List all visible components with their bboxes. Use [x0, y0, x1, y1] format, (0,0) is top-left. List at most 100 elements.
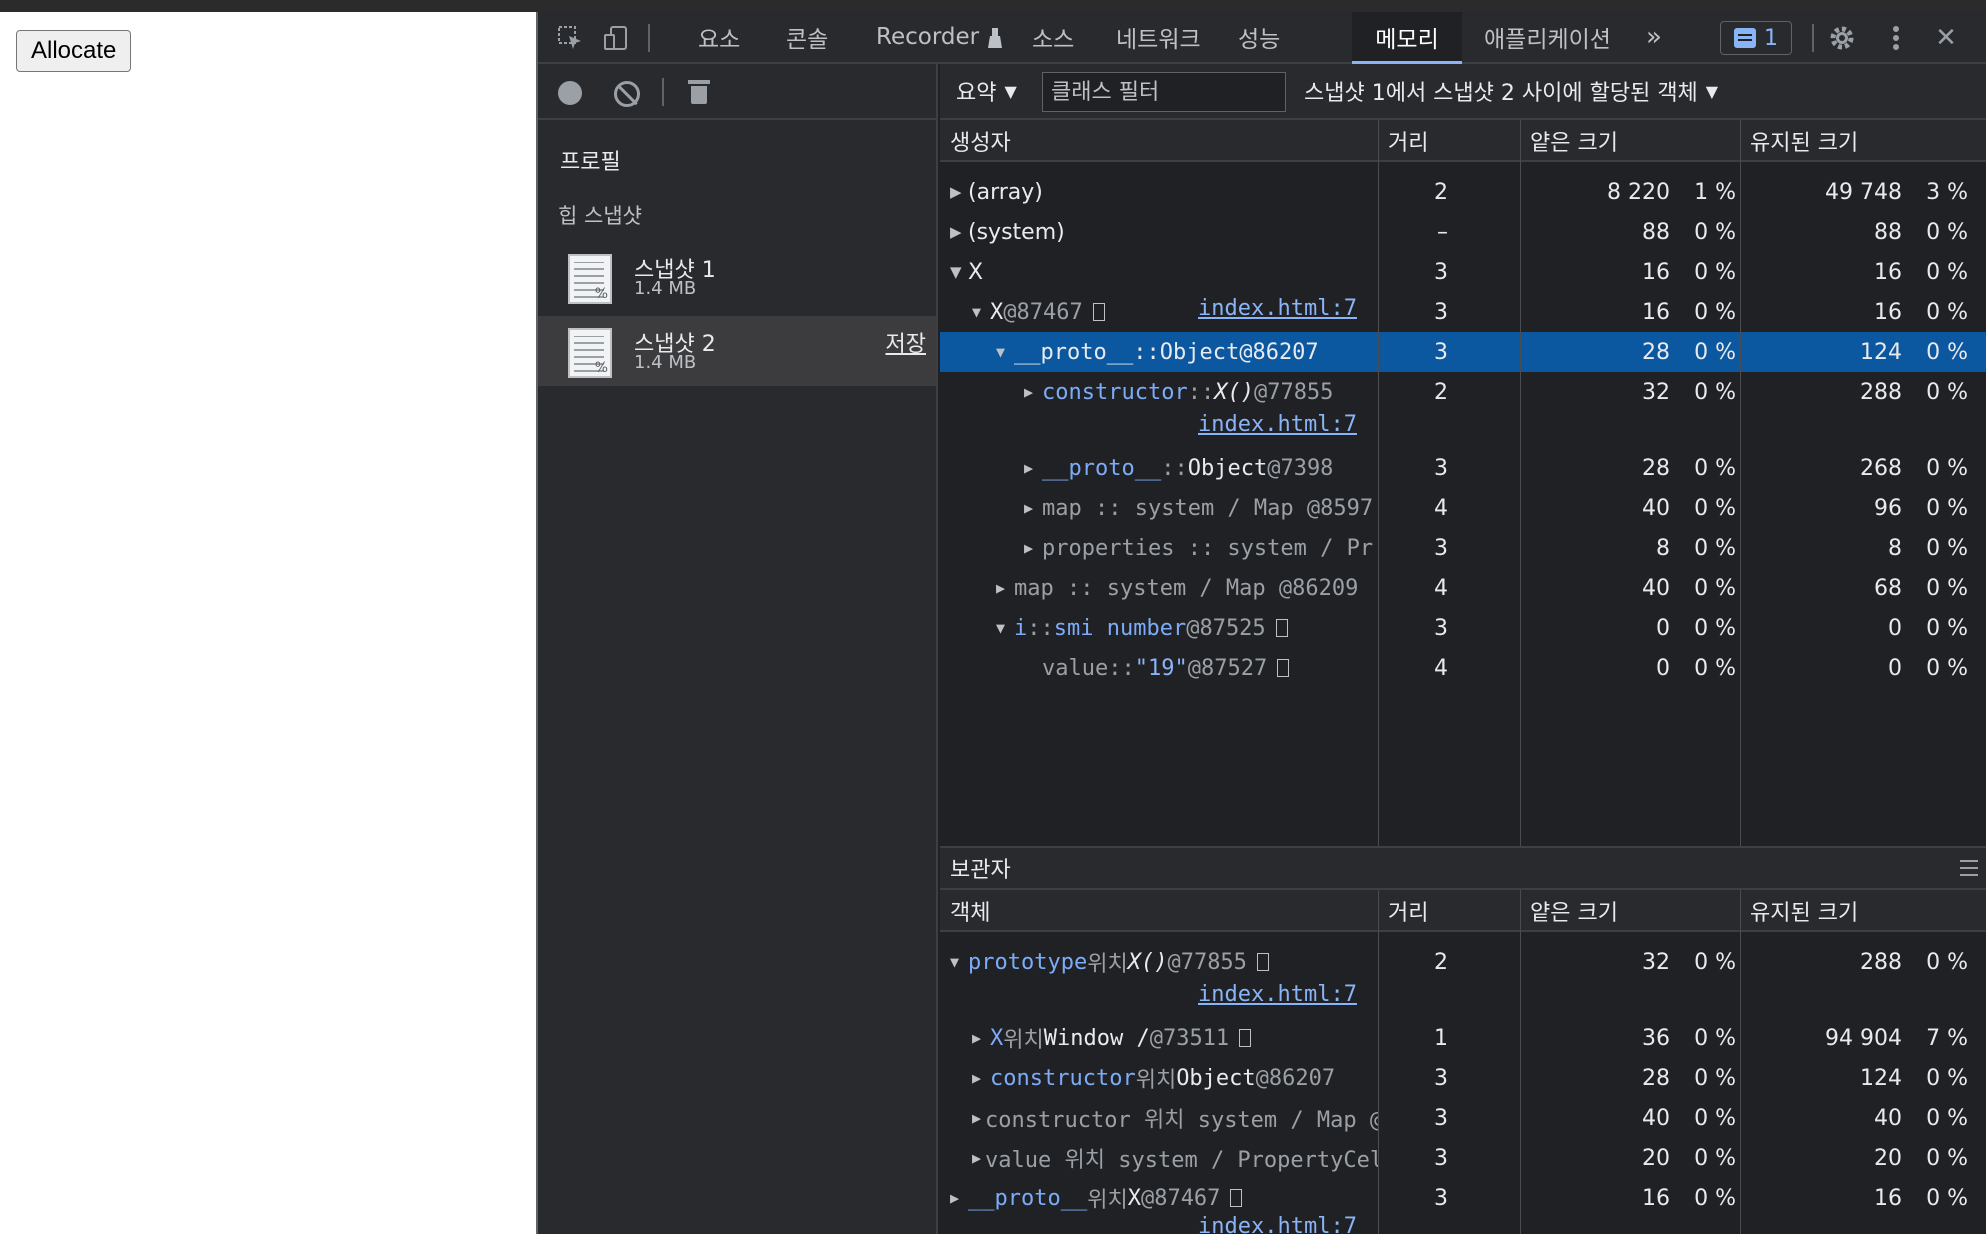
node-id: @7398	[1267, 455, 1334, 481]
class-filter-input[interactable]	[1042, 72, 1286, 112]
gear-icon[interactable]	[1826, 22, 1858, 54]
table-row[interactable]: ▶ constructor 위치 Object @86207 3 28 0 % 124 0 …	[940, 1058, 1986, 1098]
collapsed-triangle-icon: ▶	[950, 223, 962, 241]
node-separator: 위치	[1135, 1068, 1177, 1093]
retainers-column-header: 객체 거리 얕은 크기 유지된 크기	[940, 890, 1986, 932]
table-row-selected[interactable]: ▼ __proto__ :: Object @86207 3 28 0 % 124 0 %	[940, 332, 1986, 372]
reveal-icon[interactable]	[1230, 1189, 1243, 1207]
view-select-label: 요약	[956, 81, 997, 106]
node-name: constructor	[990, 1065, 1136, 1091]
table-row[interactable]: ▶ map :: system / Map @8597 4 40 0 % 96 0 %	[940, 488, 1986, 528]
more-tabs-button[interactable]: »	[1646, 12, 1662, 62]
reveal-icon[interactable]	[1275, 619, 1288, 637]
retained-size-value: 0	[1888, 655, 1902, 681]
col-shallow-size[interactable]: 얕은 크기	[1520, 120, 1618, 162]
reveal-icon[interactable]	[1277, 659, 1290, 677]
table-row[interactable]: ▼ X @87467 3 16 0 % 16 0 %	[940, 292, 1986, 332]
table-row[interactable]: ▶ constructor 위치 system / Map @ 3 40 0 % 40 0 …	[940, 1098, 1986, 1138]
distance-value: 3	[1434, 1145, 1448, 1171]
tab-performance[interactable]: 성능	[1238, 12, 1280, 62]
trash-icon[interactable]	[688, 80, 710, 104]
node-id: @77855	[1253, 379, 1334, 405]
source-link[interactable]: index.html:7	[1198, 1214, 1357, 1234]
collapsed-triangle-icon: ▶	[996, 579, 1006, 597]
tab-network[interactable]: 네트워크	[1116, 12, 1201, 62]
name-cell: value :: "19" @87527	[1024, 648, 1378, 688]
reveal-icon[interactable]	[1256, 953, 1269, 971]
col-retained-size[interactable]: 유지된 크기	[1740, 890, 1858, 932]
col-retained-size[interactable]: 유지된 크기	[1740, 120, 1858, 162]
node-separator: 위치	[1087, 1188, 1128, 1213]
table-row[interactable]: ▶ properties :: system / Pr 3 8 0 % 8 0 %	[940, 528, 1986, 568]
table-row[interactable]: ▶ __proto__ 위치 X @87467 3 16 0 % 16 0 %	[940, 1178, 1986, 1218]
table-row[interactable]: ▶ __proto__ :: Object @7398 3 28 0 % 268 0 %	[940, 448, 1986, 488]
profiles-heading: 프로필	[560, 150, 621, 175]
retained-percent: 0 %	[1926, 1105, 1968, 1131]
col-distance[interactable]: 거리	[1378, 120, 1428, 162]
toolbar-separator	[648, 24, 650, 52]
node-separator: ::	[1027, 615, 1054, 641]
toolbar-separator	[1812, 24, 1814, 52]
node-name: __proto__	[1014, 339, 1134, 365]
issues-icon	[1734, 28, 1756, 48]
snapshot-item-selected[interactable]: 스냅샷 2 1.4 MB 저장	[538, 316, 936, 386]
inspect-element-icon[interactable]	[554, 22, 586, 54]
clear-icon[interactable]	[614, 81, 640, 107]
distance-value: –	[1437, 219, 1448, 245]
tab-console[interactable]: 콘솔	[786, 12, 828, 62]
device-toolbar-icon[interactable]	[600, 22, 632, 54]
table-row[interactable]: ▶ X 위치 Window / @73511 1 36 0 % 94 904 7 %	[940, 1018, 1986, 1058]
tab-recorder[interactable]: Recorder	[876, 12, 1003, 62]
source-link[interactable]: index.html:7	[1198, 412, 1357, 437]
save-snapshot-link[interactable]: 저장	[886, 326, 926, 358]
shallow-percent: 0 %	[1694, 1145, 1736, 1171]
distance-value: 4	[1434, 575, 1448, 601]
node-id: @87467	[1003, 299, 1083, 325]
menu-icon[interactable]	[1960, 860, 1978, 876]
reveal-icon[interactable]	[1092, 303, 1105, 321]
tab-sources[interactable]: 소스	[1032, 12, 1074, 62]
table-row[interactable]: value :: "19" @87527 4 0 0 % 0 0 %	[940, 648, 1986, 688]
record-icon[interactable]	[558, 81, 582, 105]
expanded-triangle-icon: ▼	[950, 263, 962, 281]
node-type: X	[1127, 1185, 1141, 1211]
tab-memory[interactable]: 메모리	[1352, 12, 1462, 64]
retained-size-value: 0	[1888, 615, 1902, 641]
shallow-percent: 0 %	[1694, 1105, 1736, 1131]
col-object[interactable]: 객체	[940, 890, 990, 932]
table-row[interactable]: ▶ map :: system / Map @86209 4 40 0 % 68 0 %	[940, 568, 1986, 608]
col-distance[interactable]: 거리	[1378, 890, 1428, 932]
table-row[interactable]: ▼ X 3 16 0 % 16 0 %	[940, 252, 1986, 292]
node-type: Object	[1187, 455, 1268, 481]
col-divider	[1520, 890, 1521, 1234]
issues-badge[interactable]: 1	[1720, 21, 1792, 55]
table-row[interactable]: ▼ i :: smi number @87525 3 0 0 % 0 0 %	[940, 608, 1986, 648]
more-options-icon[interactable]	[1880, 22, 1912, 54]
allocate-button[interactable]: Allocate	[16, 30, 132, 72]
name-cell: ▼ prototype 위치 X() @77855	[950, 942, 1378, 982]
dropdown-arrow-icon: ▼	[1705, 81, 1719, 101]
shallow-size-value: 8	[1656, 535, 1670, 561]
collapsed-triangle-icon: ▶	[972, 1029, 982, 1047]
table-row[interactable]: ▶ (system) – 88 0 % 88 0 %	[940, 212, 1986, 252]
table-row[interactable]: ▶ constructor :: X() @77855 2 32 0 % 288 0 %	[940, 372, 1986, 412]
table-row[interactable]: ▶ value 위치 system / PropertyCel 3 20 0 % 20 0 …	[940, 1138, 1986, 1178]
shallow-percent: 0 %	[1694, 655, 1736, 681]
node-id: @77855	[1167, 949, 1247, 975]
col-shallow-size[interactable]: 얕은 크기	[1520, 890, 1618, 932]
table-row[interactable]: ▶ (array) 2 8 220 1 % 49 748 3 %	[940, 172, 1986, 212]
table-row[interactable]: ▼ prototype 위치 X() @77855 2 32 0 % 288 0 %	[940, 942, 1986, 982]
reveal-icon[interactable]	[1239, 1029, 1252, 1047]
range-select[interactable]: 스냅샷 1에서 스냅샷 2 사이에 할당된 객체 ▼	[1304, 64, 1718, 118]
distance-value: 3	[1434, 339, 1448, 365]
source-link[interactable]: index.html:7	[1198, 296, 1357, 321]
col-constructor[interactable]: 생성자	[940, 120, 1011, 162]
tab-application[interactable]: 애플리케이션	[1484, 12, 1611, 62]
tab-elements[interactable]: 요소	[698, 12, 740, 62]
snapshot-item[interactable]: 스냅샷 1 1.4 MB	[538, 242, 936, 312]
close-icon[interactable]: ✕	[1930, 22, 1962, 54]
range-select-label: 스냅샷 1에서 스냅샷 2 사이에 할당된 객체	[1304, 81, 1698, 106]
node-label: constructor 위치 system / Map @	[985, 1108, 1378, 1133]
view-select[interactable]: 요약 ▼	[956, 64, 1017, 118]
source-link[interactable]: index.html:7	[1198, 982, 1357, 1007]
